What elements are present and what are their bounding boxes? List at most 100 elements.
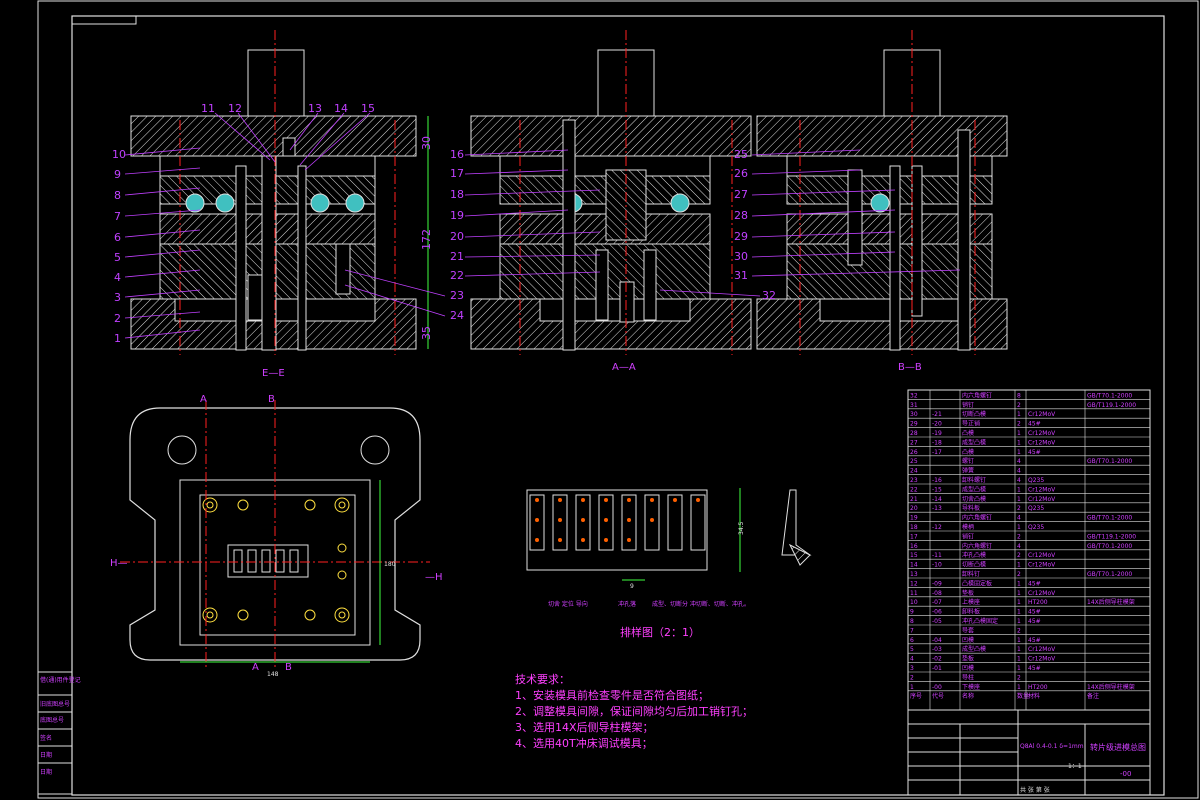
part-label-25: 25 xyxy=(734,148,748,161)
bom-cell-mat: HT200 xyxy=(1028,684,1048,691)
bom-cell-code: -09 xyxy=(932,580,942,587)
strip-layout: 34.5 9 切舍 定位 导向 冲孔落 成型、切断分 冲切断、切断、冲孔。 排样… xyxy=(526,488,812,639)
bom-cell-mat: Q235 xyxy=(1028,505,1044,512)
bom-cell-no: 2 xyxy=(910,674,914,681)
bom-cell-code: -08 xyxy=(932,590,942,597)
bom-cell-no: 25 xyxy=(910,458,918,465)
bom-cell-name: 卸料钉 xyxy=(962,570,980,578)
bom-cell-no: 6 xyxy=(910,637,914,644)
bom-cell-std: GB/T70.1-2000 xyxy=(1087,458,1132,465)
part-label-26: 26 xyxy=(734,167,748,180)
bom-cell-std: GB/T70.1-2000 xyxy=(1087,392,1132,399)
bom-cell-mat: HT200 xyxy=(1028,599,1048,606)
bom-cell-qty: 1 xyxy=(1017,590,1021,597)
bom-cell-name: 销钉 xyxy=(962,532,974,540)
bom-cell-code: -01 xyxy=(932,665,942,672)
part-label-5: 5 xyxy=(114,251,121,264)
part-label-1: 1 xyxy=(114,332,121,345)
dim-strip-width: 34.5 xyxy=(738,521,745,535)
bom-cell-qty: 1 xyxy=(1017,637,1021,644)
tech-req-title: 技术要求： xyxy=(515,673,570,686)
bom-cell-code: -14 xyxy=(932,496,942,503)
bom-cell-no: 7 xyxy=(910,627,914,634)
part-label-18: 18 xyxy=(450,188,464,201)
bom-cell-qty: 4 xyxy=(1017,543,1021,550)
bom-cell-std: 备注 xyxy=(1087,692,1099,700)
bom-cell-code: -02 xyxy=(932,656,942,663)
bom-cell-no: 27 xyxy=(910,439,918,446)
tech-req-3: 3、选用14X后侧导柱模架； xyxy=(515,720,654,734)
bom-cell-mat: Q235 xyxy=(1028,477,1044,484)
part-label-19: 19 xyxy=(450,209,464,222)
bom-cell-no: 20 xyxy=(910,505,918,512)
part-label-30: 30 xyxy=(734,250,748,263)
bom-cell-qty: 1 xyxy=(1017,646,1021,653)
bom-cell-qty: 4 xyxy=(1017,458,1021,465)
part-label-12: 12 xyxy=(228,102,242,115)
bom-cell-mat: Cr12MoV xyxy=(1028,590,1056,597)
bom-cell-code: -20 xyxy=(932,421,942,428)
bom-cell-std: 14X后侧导柱模架 xyxy=(1087,683,1135,691)
bom-cell-code: -12 xyxy=(932,524,942,531)
bom-cell-qty: 2 xyxy=(1017,533,1021,540)
dim-width-plan: 148 xyxy=(267,671,279,678)
section-label-bb: B—B xyxy=(898,362,922,373)
bom-cell-name: 切断凸模 xyxy=(962,561,986,569)
bom-cell-std: GB/T70.1-2000 xyxy=(1087,515,1132,522)
bom-cell-qty: 2 xyxy=(1017,402,1021,409)
bom-cell-no: 24 xyxy=(910,468,918,475)
bom-cell-code: -06 xyxy=(932,609,942,616)
plan-view: 148 180 A B A B H— —H xyxy=(110,394,443,678)
bom-cell-mat: 材料 xyxy=(1028,692,1040,700)
part-label-22: 22 xyxy=(450,269,464,282)
bom-cell-code: -10 xyxy=(932,562,942,569)
bom-cell-mat: 45# xyxy=(1028,618,1041,625)
bom-cell-name: 名称 xyxy=(962,692,974,700)
bom-cell-name: 导正销 xyxy=(962,420,980,428)
title-block: Q8Al 0.4-0.1 δ=1mm 转片级进模总图 -00 1：1 共 张 第… xyxy=(907,709,1151,796)
bom-cell-name: 垫板 xyxy=(962,655,974,663)
bom-cell-no: 4 xyxy=(910,656,914,663)
part-label-13: 13 xyxy=(308,102,322,115)
bom-cell-name: 卸料板 xyxy=(962,608,980,616)
bom-cell-no: 14 xyxy=(910,562,918,569)
part-label-20: 20 xyxy=(450,230,464,243)
bom-cell-mat: Q235 xyxy=(1028,524,1044,531)
bom-cell-no: 17 xyxy=(910,533,918,540)
bom-cell-qty: 4 xyxy=(1017,477,1021,484)
bom-cell-qty: 2 xyxy=(1017,627,1021,634)
bom-cell-qty: 1 xyxy=(1017,430,1021,437)
part-label-16: 16 xyxy=(450,148,464,161)
bom-cell-no: 8 xyxy=(910,618,914,625)
bom-cell-name: 切舍凸模 xyxy=(962,495,986,503)
bom-cell-qty: 2 xyxy=(1017,571,1021,578)
part-label-15: 15 xyxy=(361,102,375,115)
layout-note-2: 冲孔落 xyxy=(618,600,636,608)
bom-cell-qty: 1 xyxy=(1017,486,1021,493)
bom-cell-code: -16 xyxy=(932,477,942,484)
bom-cell-qty: 1 xyxy=(1017,618,1021,625)
bom-cell-no: 21 xyxy=(910,496,918,503)
bom-cell-name: 凸模 xyxy=(962,429,974,437)
part-label-9: 9 xyxy=(114,168,121,181)
bom-cell-std: GB/T119.1-2000 xyxy=(1087,533,1136,540)
stamp-1: 借(通)用件登记 xyxy=(40,676,81,684)
bom-cell-mat: Cr12MoV xyxy=(1028,486,1056,493)
bom-cell-qty: 1 xyxy=(1017,665,1021,672)
bom-cell-qty: 1 xyxy=(1017,496,1021,503)
bom-cell-mat: 45# xyxy=(1028,449,1041,456)
bom-cell-code: -19 xyxy=(932,430,942,437)
plan-marker-h-right: —H xyxy=(425,572,443,583)
section-label-aa: A—A xyxy=(612,362,636,373)
cad-drawing: 30 172 35 E—E A—A B—B 1 2 3 4 5 6 7 8 9 … xyxy=(37,0,1199,799)
bom-cell-code: -04 xyxy=(932,637,942,644)
bom-cell-qty: 4 xyxy=(1017,468,1021,475)
tech-req-4: 4、选用40T冲床调试模具； xyxy=(515,736,653,750)
bom-cell-qty: 1 xyxy=(1017,411,1021,418)
section-view-middle: A—A xyxy=(470,30,752,373)
part-label-2: 2 xyxy=(114,312,121,325)
bom-cell-qty: 1 xyxy=(1017,609,1021,616)
bom-cell-code: -18 xyxy=(932,439,942,446)
part-label-28: 28 xyxy=(734,209,748,222)
bom-cell-name: 凸模 xyxy=(962,448,974,456)
